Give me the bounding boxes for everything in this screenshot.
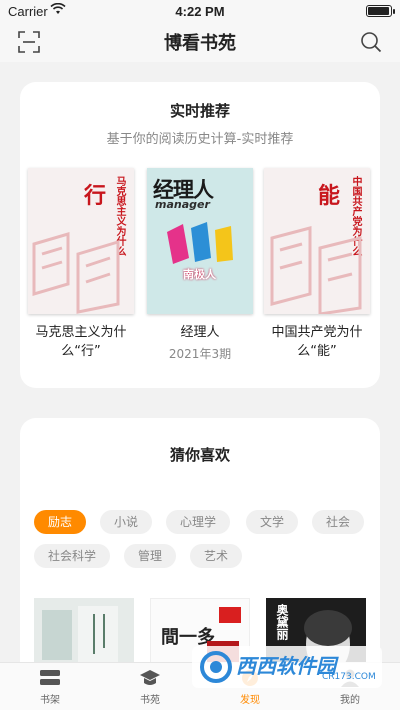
battery-level: [368, 7, 389, 15]
book-cover[interactable]: 行 马克思主义为什么: [28, 168, 134, 314]
recommend-title: 实时推荐: [169, 102, 230, 120]
book-name[interactable]: 中国共产党为什么“能”: [264, 323, 370, 361]
tag-item[interactable]: 励志: [34, 510, 87, 534]
nav-bar: 博看书苑: [0, 22, 400, 62]
recommend-subtitle: 基于你的阅读历史计算-实时推荐: [106, 132, 294, 147]
recommend-card: 实时推荐 基于你的阅读历史计算-实时推荐 行 马克思主义为什么 马克思主义为什么…: [20, 82, 380, 388]
cover-pattern: [270, 226, 362, 314]
cover-big-char: 能: [318, 183, 341, 209]
tag-item[interactable]: 小说: [100, 510, 153, 534]
watermark-logo: [200, 651, 232, 683]
tab-label: 我的: [340, 695, 360, 706]
watermark: 西西软件园 CR173.COM: [192, 646, 382, 688]
status-bar: Carrier 4:22 PM: [0, 0, 400, 22]
cover-tags-art: [167, 222, 233, 264]
clock: 4:22 PM: [175, 4, 225, 19]
cover-big-char: 行: [84, 183, 107, 209]
graduation-cap-icon: [140, 670, 160, 685]
tag-item[interactable]: 管理: [124, 544, 177, 568]
book-name[interactable]: 经理人: [147, 323, 253, 342]
tag-item[interactable]: 社会科学: [34, 544, 111, 568]
book-name[interactable]: 马克思主义为什么“行”: [28, 323, 134, 361]
bookshelf-icon: [40, 670, 60, 685]
book-issue: 2021年3期: [168, 347, 232, 361]
guess-title: 猜你喜欢: [169, 446, 230, 464]
mini-cover-badge: [219, 607, 241, 623]
watermark-url: CR173.COM: [322, 672, 376, 682]
book-cover[interactable]: 能 中国共产党为什么: [264, 168, 370, 314]
book-cover[interactable]: 经理人 manager 南极人: [147, 168, 253, 314]
cover-caption: 南极人: [183, 268, 216, 281]
tag-item[interactable]: 文学: [246, 510, 299, 534]
tab-label: 书苑: [140, 695, 160, 706]
tab-label: 发现: [240, 695, 260, 706]
book-item[interactable]: 行 马克思主义为什么 马克思主义为什么“行”: [28, 168, 134, 361]
tag-item[interactable]: 心理学: [166, 510, 231, 534]
book-item[interactable]: 能 中国共产党为什么 中国共产党为什么“能”: [264, 168, 370, 361]
search-icon[interactable]: [360, 31, 382, 53]
book-item[interactable]: 经理人 manager 南极人 经理人 2021年3期: [147, 168, 253, 362]
page-title: 博看书苑: [164, 33, 236, 54]
watermark-text: 西西软件园: [236, 654, 336, 678]
cover-subtitle: manager: [155, 198, 210, 211]
battery-icon: [366, 5, 395, 17]
tag-item[interactable]: 社会: [312, 510, 365, 534]
tab-bookshelf[interactable]: 书架: [20, 668, 80, 706]
tag-item[interactable]: 艺术: [190, 544, 243, 568]
tab-library[interactable]: 书苑: [120, 668, 180, 706]
tab-label: 书架: [40, 695, 60, 706]
cover-pattern: [32, 231, 120, 314]
